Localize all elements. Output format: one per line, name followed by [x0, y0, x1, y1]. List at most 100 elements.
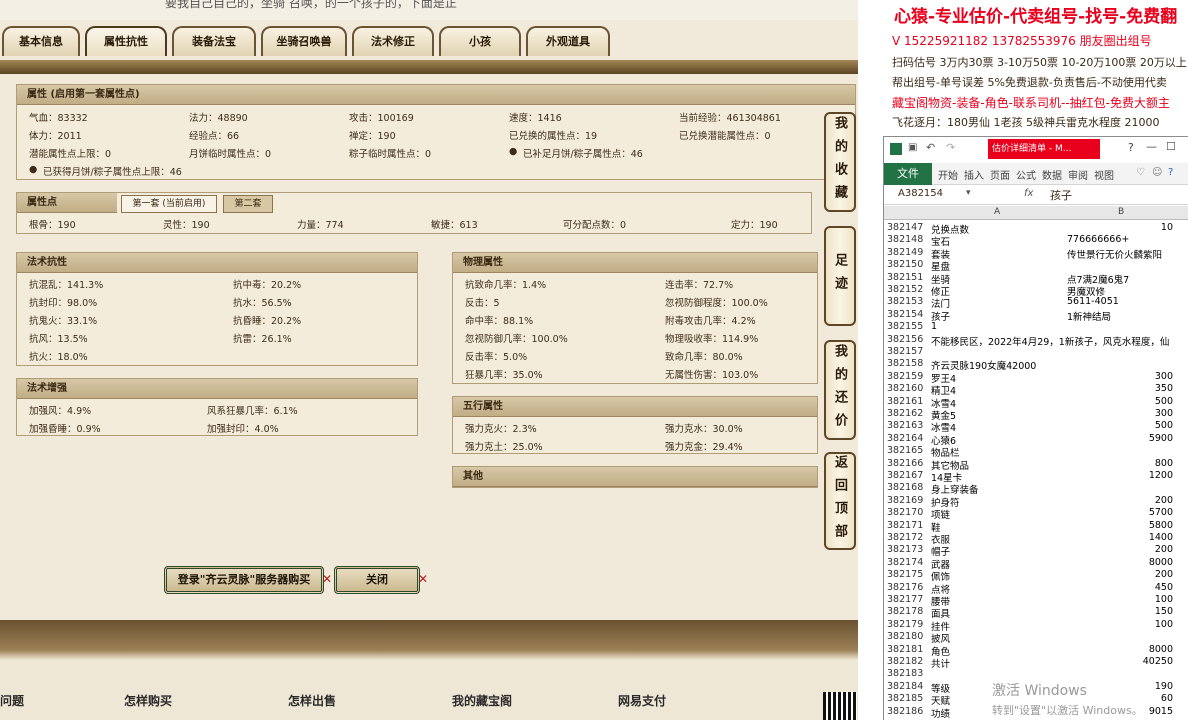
sheet-row[interactable]: 382183	[884, 668, 1188, 680]
save-icon[interactable]: ▣	[908, 142, 917, 153]
chevron-down-icon[interactable]: ▾	[966, 188, 971, 198]
sheet-row[interactable]: 382176 点将 450	[884, 582, 1188, 596]
cell-b[interactable]: 8000	[1149, 557, 1173, 568]
cell-b[interactable]: 5900	[1149, 433, 1173, 444]
ribbon-tab[interactable]: 页面	[990, 167, 1010, 182]
sheet-row[interactable]: 382160 精卫4 350	[884, 383, 1188, 397]
sheet-row[interactable]: 382150 星盘	[884, 259, 1188, 273]
cell-b[interactable]: 1200	[1149, 470, 1173, 481]
sheet-row[interactable]: 382149 套装 传世景行无价火麟紫阳	[884, 247, 1188, 261]
tab-mounts-pets[interactable]: 坐骑召唤兽	[261, 26, 347, 56]
file-tab[interactable]: 文件	[884, 163, 932, 185]
close-button[interactable]: 关闭	[334, 566, 420, 594]
row-number[interactable]: 382166	[887, 458, 927, 469]
sheet-row[interactable]: 382154 孩子 1新神结局	[884, 309, 1188, 323]
column-a[interactable]: A	[994, 207, 1000, 217]
tab-spell-mod[interactable]: 法术修正	[352, 26, 434, 56]
row-number[interactable]: 382175	[887, 569, 927, 580]
row-number[interactable]: 382167	[887, 470, 927, 481]
row-number[interactable]: 382173	[887, 544, 927, 555]
row-number[interactable]: 382147	[887, 222, 927, 233]
sheet-row[interactable]: 382181 角色 8000	[884, 644, 1188, 658]
cell-b[interactable]: 8000	[1149, 644, 1173, 655]
row-number[interactable]: 382161	[887, 396, 927, 407]
sheet-row[interactable]: 382166 其它物品 800	[884, 458, 1188, 472]
my-favorites-button[interactable]: 我的收藏	[824, 112, 856, 212]
row-number[interactable]: 382168	[887, 482, 927, 493]
row-number[interactable]: 382181	[887, 644, 927, 655]
row-number[interactable]: 382169	[887, 495, 927, 506]
row-number[interactable]: 382185	[887, 693, 927, 704]
row-number[interactable]: 382165	[887, 445, 927, 456]
ribbon-tab[interactable]: 公式	[1016, 167, 1036, 182]
row-number[interactable]: 382177	[887, 594, 927, 605]
row-number[interactable]: 382156	[887, 334, 927, 345]
sheet-row[interactable]: 382163 冰雪4 500	[884, 420, 1188, 434]
cell-b[interactable]: 450	[1155, 582, 1173, 593]
cell-b[interactable]: 500	[1155, 420, 1173, 431]
tab-equipment[interactable]: 装备法宝	[172, 26, 256, 56]
login-buy-button[interactable]: 登录"齐云灵脉"服务器购买	[164, 566, 324, 594]
sheet-row[interactable]: 382165 物品栏	[884, 445, 1188, 459]
sheet-row[interactable]: 382164 心猿6 5900	[884, 433, 1188, 447]
cell-b[interactable]: 300	[1155, 371, 1173, 382]
cell-a[interactable]: 1	[931, 321, 937, 332]
row-number[interactable]: 382186	[887, 706, 927, 717]
sheet-row[interactable]: 382157	[884, 346, 1188, 358]
row-number[interactable]: 382160	[887, 383, 927, 394]
row-number[interactable]: 382149	[887, 247, 927, 258]
footprint-button[interactable]: 足迹	[824, 226, 856, 326]
row-number[interactable]: 382164	[887, 433, 927, 444]
footer-link[interactable]: 网易支付	[618, 692, 666, 709]
row-number[interactable]: 382180	[887, 631, 927, 642]
row-number[interactable]: 382163	[887, 420, 927, 431]
heart-icon[interactable]: ♡	[1136, 167, 1145, 178]
row-number[interactable]: 382179	[887, 619, 927, 630]
row-number[interactable]: 382148	[887, 234, 927, 245]
sheet-row[interactable]: 382180 披风	[884, 631, 1188, 645]
row-number[interactable]: 382178	[887, 606, 927, 617]
cell-b[interactable]: 100	[1155, 594, 1173, 605]
row-number[interactable]: 382171	[887, 520, 927, 531]
sheet-row[interactable]: 382161 冰雪4 500	[884, 396, 1188, 410]
sheet-row[interactable]: 382162 黄金5 300	[884, 408, 1188, 422]
cell-b[interactable]: 200	[1155, 569, 1173, 580]
cell-b[interactable]: 10	[1161, 222, 1173, 233]
cell-b[interactable]: 200	[1155, 495, 1173, 506]
cell-b[interactable]: 350	[1155, 383, 1173, 394]
tab-second-set[interactable]: 第二套	[223, 195, 273, 213]
row-number[interactable]: 382162	[887, 408, 927, 419]
cell-b[interactable]: 776666666+	[1067, 234, 1129, 245]
undo-icon[interactable]: ↶	[926, 141, 935, 154]
column-b[interactable]: B	[1118, 207, 1124, 217]
cell-b[interactable]: 500	[1155, 396, 1173, 407]
row-number[interactable]: 382153	[887, 296, 927, 307]
tab-attributes[interactable]: 属性抗性	[85, 26, 167, 56]
help-icon[interactable]: ?	[1128, 141, 1134, 154]
cell-b[interactable]: 800	[1155, 458, 1173, 469]
sheet-row[interactable]: 382156 不能移民区，2022年4月29，1新孩子，风克水程度，仙	[884, 334, 1188, 348]
formula-value[interactable]: 孩子	[1050, 187, 1072, 203]
sheet-row[interactable]: 382159 罗王4 300	[884, 371, 1188, 385]
maximize-icon[interactable]: ☐	[1166, 140, 1176, 153]
tab-basic-info[interactable]: 基本信息	[2, 26, 80, 56]
row-number[interactable]: 382172	[887, 532, 927, 543]
sheet-row[interactable]: 382170 项链 5700	[884, 507, 1188, 521]
sheet-row[interactable]: 382182 共计 40250	[884, 656, 1188, 670]
help-circle-icon[interactable]: ?	[1168, 167, 1173, 178]
sheet-row[interactable]: 382158 齐云灵脉190女魔42000	[884, 358, 1188, 372]
minimize-icon[interactable]: —	[1146, 140, 1157, 153]
ribbon-tab[interactable]: 数据	[1042, 167, 1062, 182]
sheet-row[interactable]: 382167 14星卡 1200	[884, 470, 1188, 484]
sheet-row[interactable]: 382177 腰带 100	[884, 594, 1188, 608]
sheet-row[interactable]: 382179 挂件 100	[884, 619, 1188, 633]
row-number[interactable]: 382182	[887, 656, 927, 667]
tab-child[interactable]: 小孩	[439, 26, 521, 56]
cell-b[interactable]: 1400	[1149, 532, 1173, 543]
redo-icon[interactable]: ↷	[946, 141, 955, 154]
cell-b[interactable]: 9015	[1149, 706, 1173, 717]
footer-link[interactable]: 怎样购买	[124, 692, 172, 709]
name-box[interactable]: A382154	[898, 188, 943, 199]
sheet-row[interactable]: 382178 面具 150	[884, 606, 1188, 620]
footer-link[interactable]: 我的藏宝阁	[452, 692, 512, 709]
